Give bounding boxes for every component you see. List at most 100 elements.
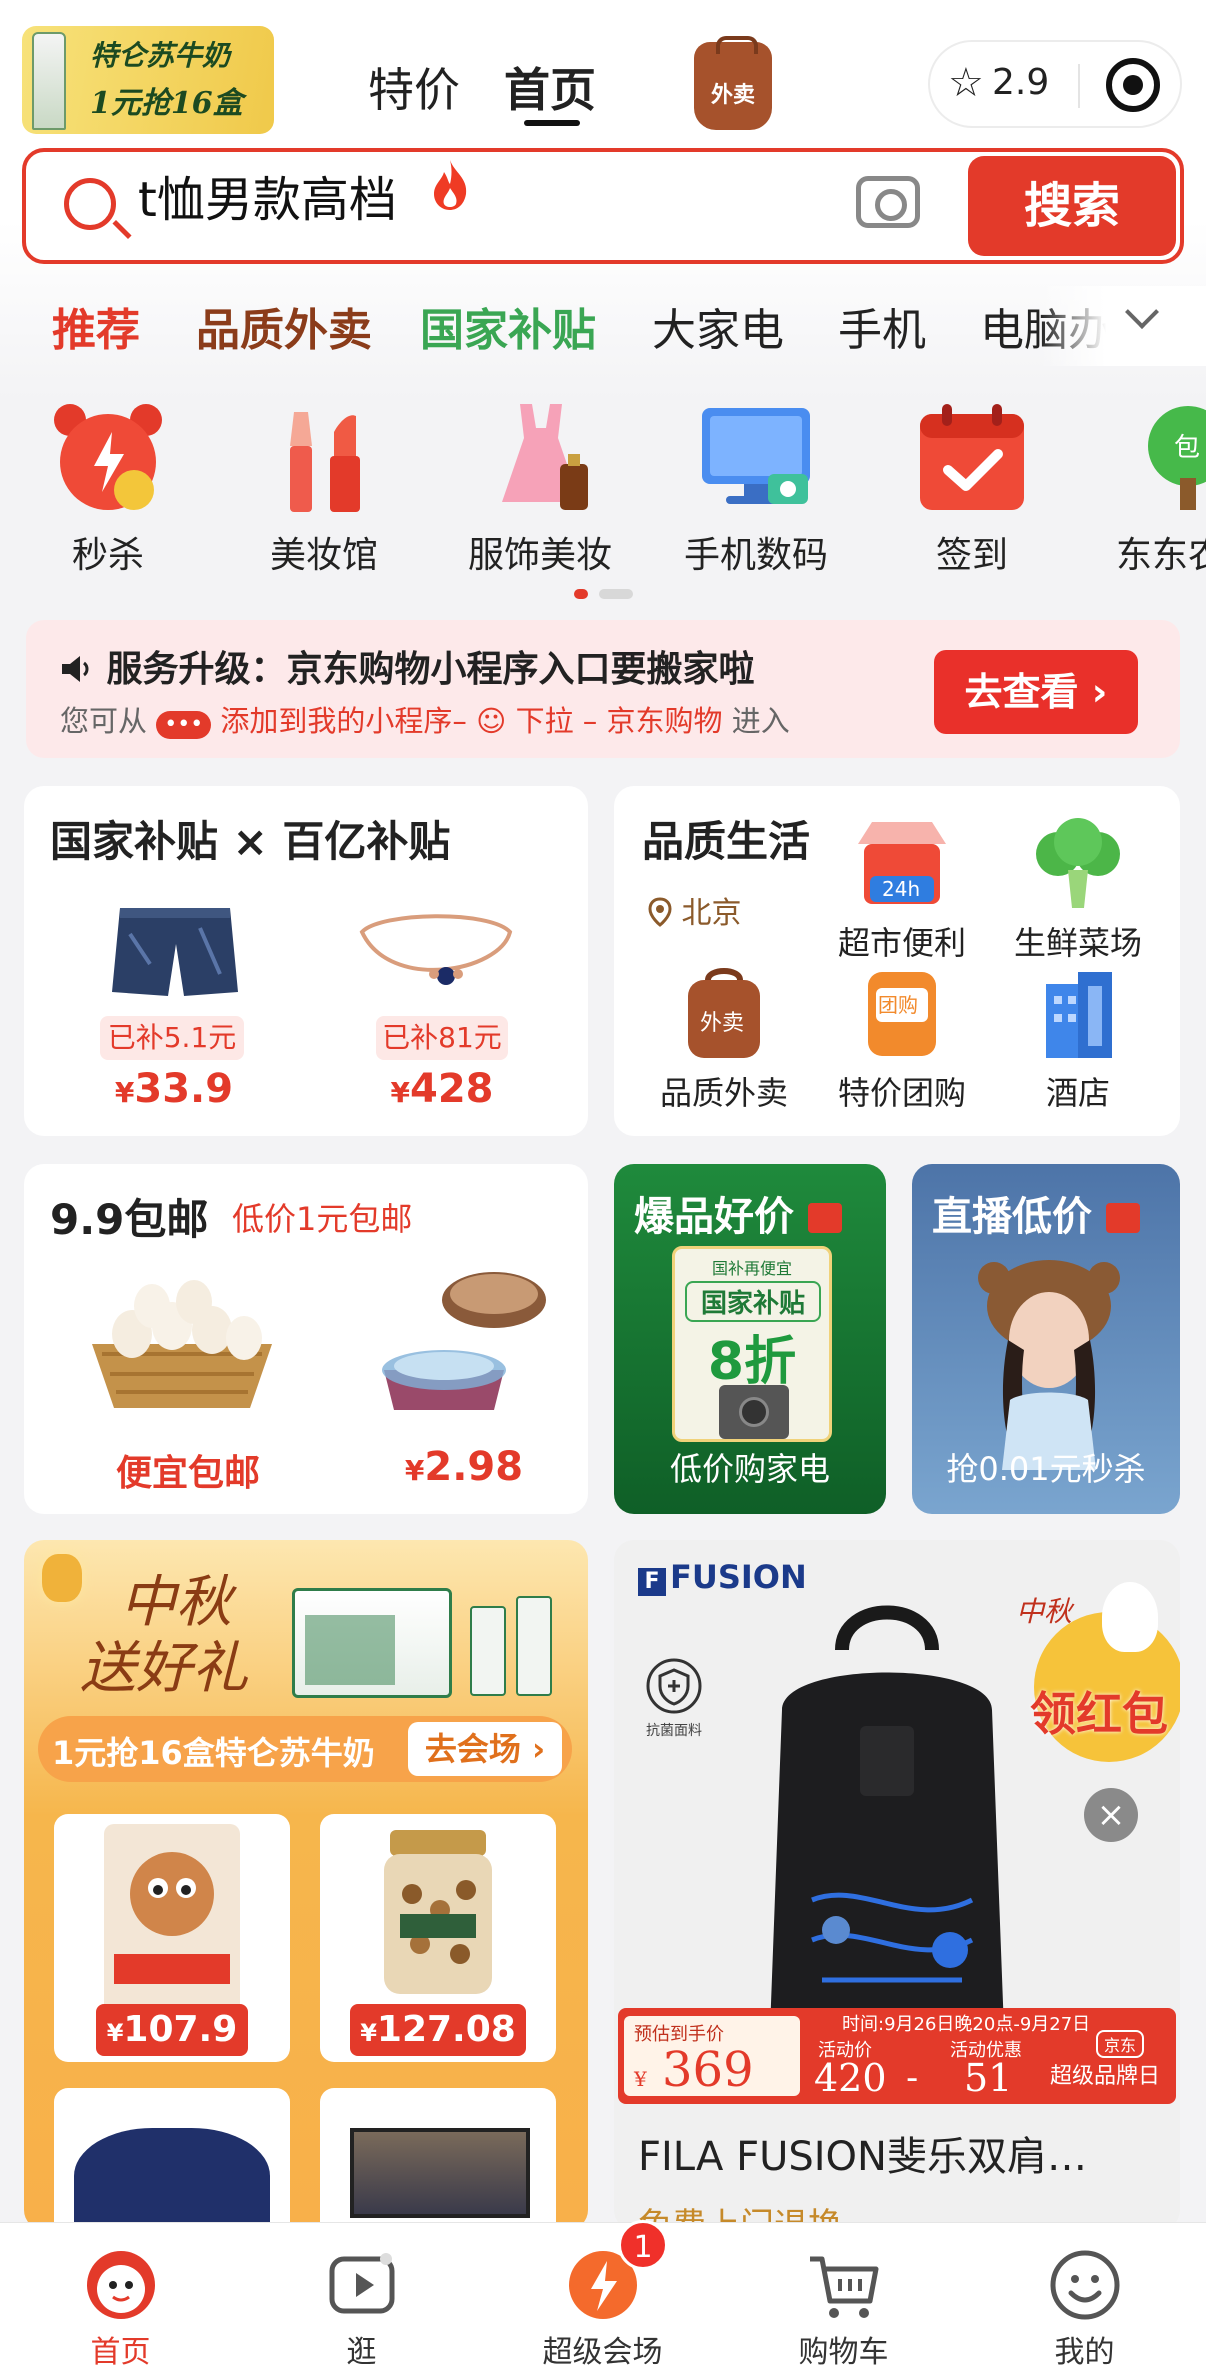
subsidy-tag: 已补81元 <box>376 1016 508 1060</box>
camera-icon[interactable] <box>856 176 920 228</box>
product-tile[interactable]: ¥127.08 <box>320 1814 556 2062</box>
quality-item-label: 生鲜菜场 <box>1013 924 1142 962</box>
tab-label: 超级会场 <box>542 2335 663 2369</box>
live-low-price-card[interactable]: 直播低价 抢0.01元秒杀 <box>912 1164 1180 1514</box>
backpack-image <box>742 1600 1032 2064</box>
category-tab-subsidy[interactable]: 国家补贴 <box>420 294 596 358</box>
tabbar-cart[interactable]: 购物车 <box>723 2223 964 2369</box>
shortcut-apparel[interactable]: 服饰美妆 <box>460 390 620 578</box>
fila-product-card[interactable]: F FUSION 抗菌面料 中秋 领红包 × 预估到手价 ¥ 369 时间:9月2… <box>614 1540 1180 2230</box>
product-price: ¥2.98 <box>404 1444 524 1490</box>
lipstick-icon <box>264 398 384 518</box>
location[interactable]: 北京 <box>648 888 742 932</box>
more-dots-icon: ••• <box>156 711 212 739</box>
product-tile[interactable]: ¥107.9 <box>54 1814 290 2062</box>
category-tabs: 推荐 品质外卖 国家补贴 大家电 手机 电脑办 <box>0 286 1206 366</box>
quality-item-label: 特价团购 <box>837 1074 966 1112</box>
search-input[interactable]: t恤男款高档 <box>138 160 397 230</box>
play-video-icon <box>322 2245 402 2325</box>
search-button[interactable]: 搜索 <box>968 156 1176 256</box>
category-tab-appliance[interactable]: 大家电 <box>652 294 784 358</box>
quality-item-hotel[interactable]: 酒店 <box>988 964 1168 1114</box>
free-shipping-subtitle: 低价1元包邮 <box>232 1200 413 1238</box>
bottom-tab-bar: 首页 逛 超级会场 购物车 我的 <box>0 2222 1206 2369</box>
group-buy-icon: 团购 <box>852 964 952 1064</box>
broccoli-icon <box>1028 814 1128 914</box>
speaker-icon <box>60 649 107 690</box>
takeaway-bag-icon: 外卖 <box>674 964 774 1064</box>
shortcut-digital[interactable]: 手机数码 <box>676 390 836 578</box>
close-target-icon[interactable] <box>1106 58 1160 112</box>
tabbar-super-venue[interactable]: 超级会场 <box>482 2223 723 2369</box>
shortcut-label: 美妆馆 <box>269 535 378 576</box>
quality-card-title: 品质生活 <box>642 817 811 866</box>
search-icon <box>64 178 116 230</box>
quality-item-supermarket[interactable]: 24h 超市便利 <box>812 814 992 964</box>
search-bar[interactable]: t恤男款高档 搜索 <box>22 148 1184 264</box>
takeaway-bag-icon[interactable]: 外卖 <box>694 36 772 130</box>
egg-basket-image[interactable] <box>82 1274 282 1418</box>
pots-image[interactable] <box>354 1260 554 1434</box>
laptop-image <box>350 2128 530 2218</box>
indicator-inactive <box>599 589 634 599</box>
milk-promo-banner[interactable]: 特仑苏牛奶 1元抢16盒 <box>22 26 274 134</box>
mini-program-capsule: ☆ 2.9 <box>928 40 1182 128</box>
quality-item-fresh[interactable]: 生鲜菜场 <box>988 814 1168 964</box>
tab-label: 我的 <box>1054 2335 1115 2369</box>
hot-deals-title: 爆品好价 <box>634 1184 842 1242</box>
shorts-image[interactable] <box>110 904 240 1004</box>
tab-label: 逛 <box>346 2335 377 2369</box>
bar-chart-icon <box>807 1203 842 1233</box>
category-tab-recommend[interactable]: 推荐 <box>52 294 140 358</box>
shortcut-checkin[interactable]: 签到 <box>892 390 1052 578</box>
subsidy-card[interactable]: 国家补贴 × 百亿补贴 已补5.1元 已补81元 ¥33.9 ¥428 <box>24 786 588 1136</box>
tree-icon: 包 <box>1128 398 1206 518</box>
notice-instructions: 您可从 ••• 添加到我的小程序– ☺ 下拉 – 京东购物 进入 <box>60 704 790 739</box>
close-icon[interactable]: × <box>1084 1788 1138 1842</box>
bracelet-image[interactable] <box>350 902 520 1006</box>
promo-line2: 1元抢16盒 <box>90 86 243 121</box>
product-title[interactable]: FILA FUSION斐乐双肩… <box>638 2124 1087 2182</box>
shortcut-beauty[interactable]: 美妆馆 <box>244 390 404 578</box>
go-to-venue-button[interactable]: 去会场 › <box>408 1722 562 1776</box>
page-indicator <box>574 584 634 599</box>
festival-banner[interactable]: 1元抢16盒特仑苏牛奶 去会场 › <box>38 1716 572 1782</box>
free-shipping-label: 便宜包邮 <box>115 1453 260 1494</box>
free-shipping-card[interactable]: 9.9包邮 低价1元包邮 便宜包邮 ¥2.98 <box>24 1164 588 1514</box>
red-packet-badge[interactable]: 中秋 领红包 <box>1014 1582 1180 1762</box>
quality-life-card[interactable]: 品质生活 北京 24h 超市便利 生鲜菜场 外卖 品质外卖 团购 特价团购 酒店 <box>614 786 1180 1136</box>
category-tab-phone[interactable]: 手机 <box>838 294 926 358</box>
tabbar-home[interactable]: 首页 <box>0 2223 241 2369</box>
product-tile[interactable] <box>54 2088 290 2230</box>
washer-icon <box>719 1385 789 1439</box>
shopping-cart-icon <box>804 2245 884 2325</box>
price-strip: 预估到手价 ¥ 369 时间:9月26日晚20点-9月27日 活动价 420 -… <box>618 2008 1176 2104</box>
quality-item-groupbuy[interactable]: 团购 特价团购 <box>812 964 992 1114</box>
tabbar-browse[interactable]: 逛 <box>241 2223 482 2369</box>
header: 特仑苏牛奶 1元抢16盒 特价 首页 外卖 ☆ 2.9 t恤男款高档 搜索 推荐… <box>0 0 1206 400</box>
notice-banner[interactable]: 服务升级：京东购物小程序入口要搬家啦 您可从 ••• 添加到我的小程序– ☺ 下… <box>26 620 1180 758</box>
shortcut-label: 秒杀 <box>71 535 144 576</box>
tabbar-me[interactable]: 我的 <box>964 2223 1205 2369</box>
category-tab-takeaway[interactable]: 品质外卖 <box>196 294 372 358</box>
bar-chart-icon <box>1105 1203 1140 1233</box>
view-button[interactable]: 去查看 › <box>934 650 1138 734</box>
star-icon[interactable]: ☆ <box>948 60 984 106</box>
indicator-active <box>574 589 588 599</box>
product-tile[interactable] <box>320 2088 556 2230</box>
monitor-camera-icon <box>696 398 816 518</box>
tab-home[interactable]: 首页 <box>504 54 596 120</box>
category-fade <box>1040 286 1206 366</box>
shortcut-seckill[interactable]: 秒杀 <box>28 390 188 578</box>
shield-badge: 抗菌面料 <box>636 1656 712 1740</box>
svg-text:24h: 24h <box>882 877 920 901</box>
dress-icon <box>480 398 600 518</box>
svg-text:外卖: 外卖 <box>700 1011 744 1036</box>
rating-value[interactable]: 2.9 <box>992 62 1049 103</box>
quality-item-label: 酒店 <box>1045 1074 1110 1112</box>
shortcut-farm[interactable]: 包 东东农场 <box>1108 390 1206 578</box>
tab-special[interactable]: 特价 <box>368 54 460 120</box>
hot-deals-card[interactable]: 爆品好价 国补再便宜 国家补贴 8折 低价购家电 <box>614 1164 886 1514</box>
quality-item-takeaway[interactable]: 外卖 品质外卖 <box>634 964 814 1114</box>
mid-autumn-card[interactable]: 中秋 送好礼 1元抢16盒特仑苏牛奶 去会场 › ¥107.9 ¥127.08 <box>24 1540 588 2230</box>
